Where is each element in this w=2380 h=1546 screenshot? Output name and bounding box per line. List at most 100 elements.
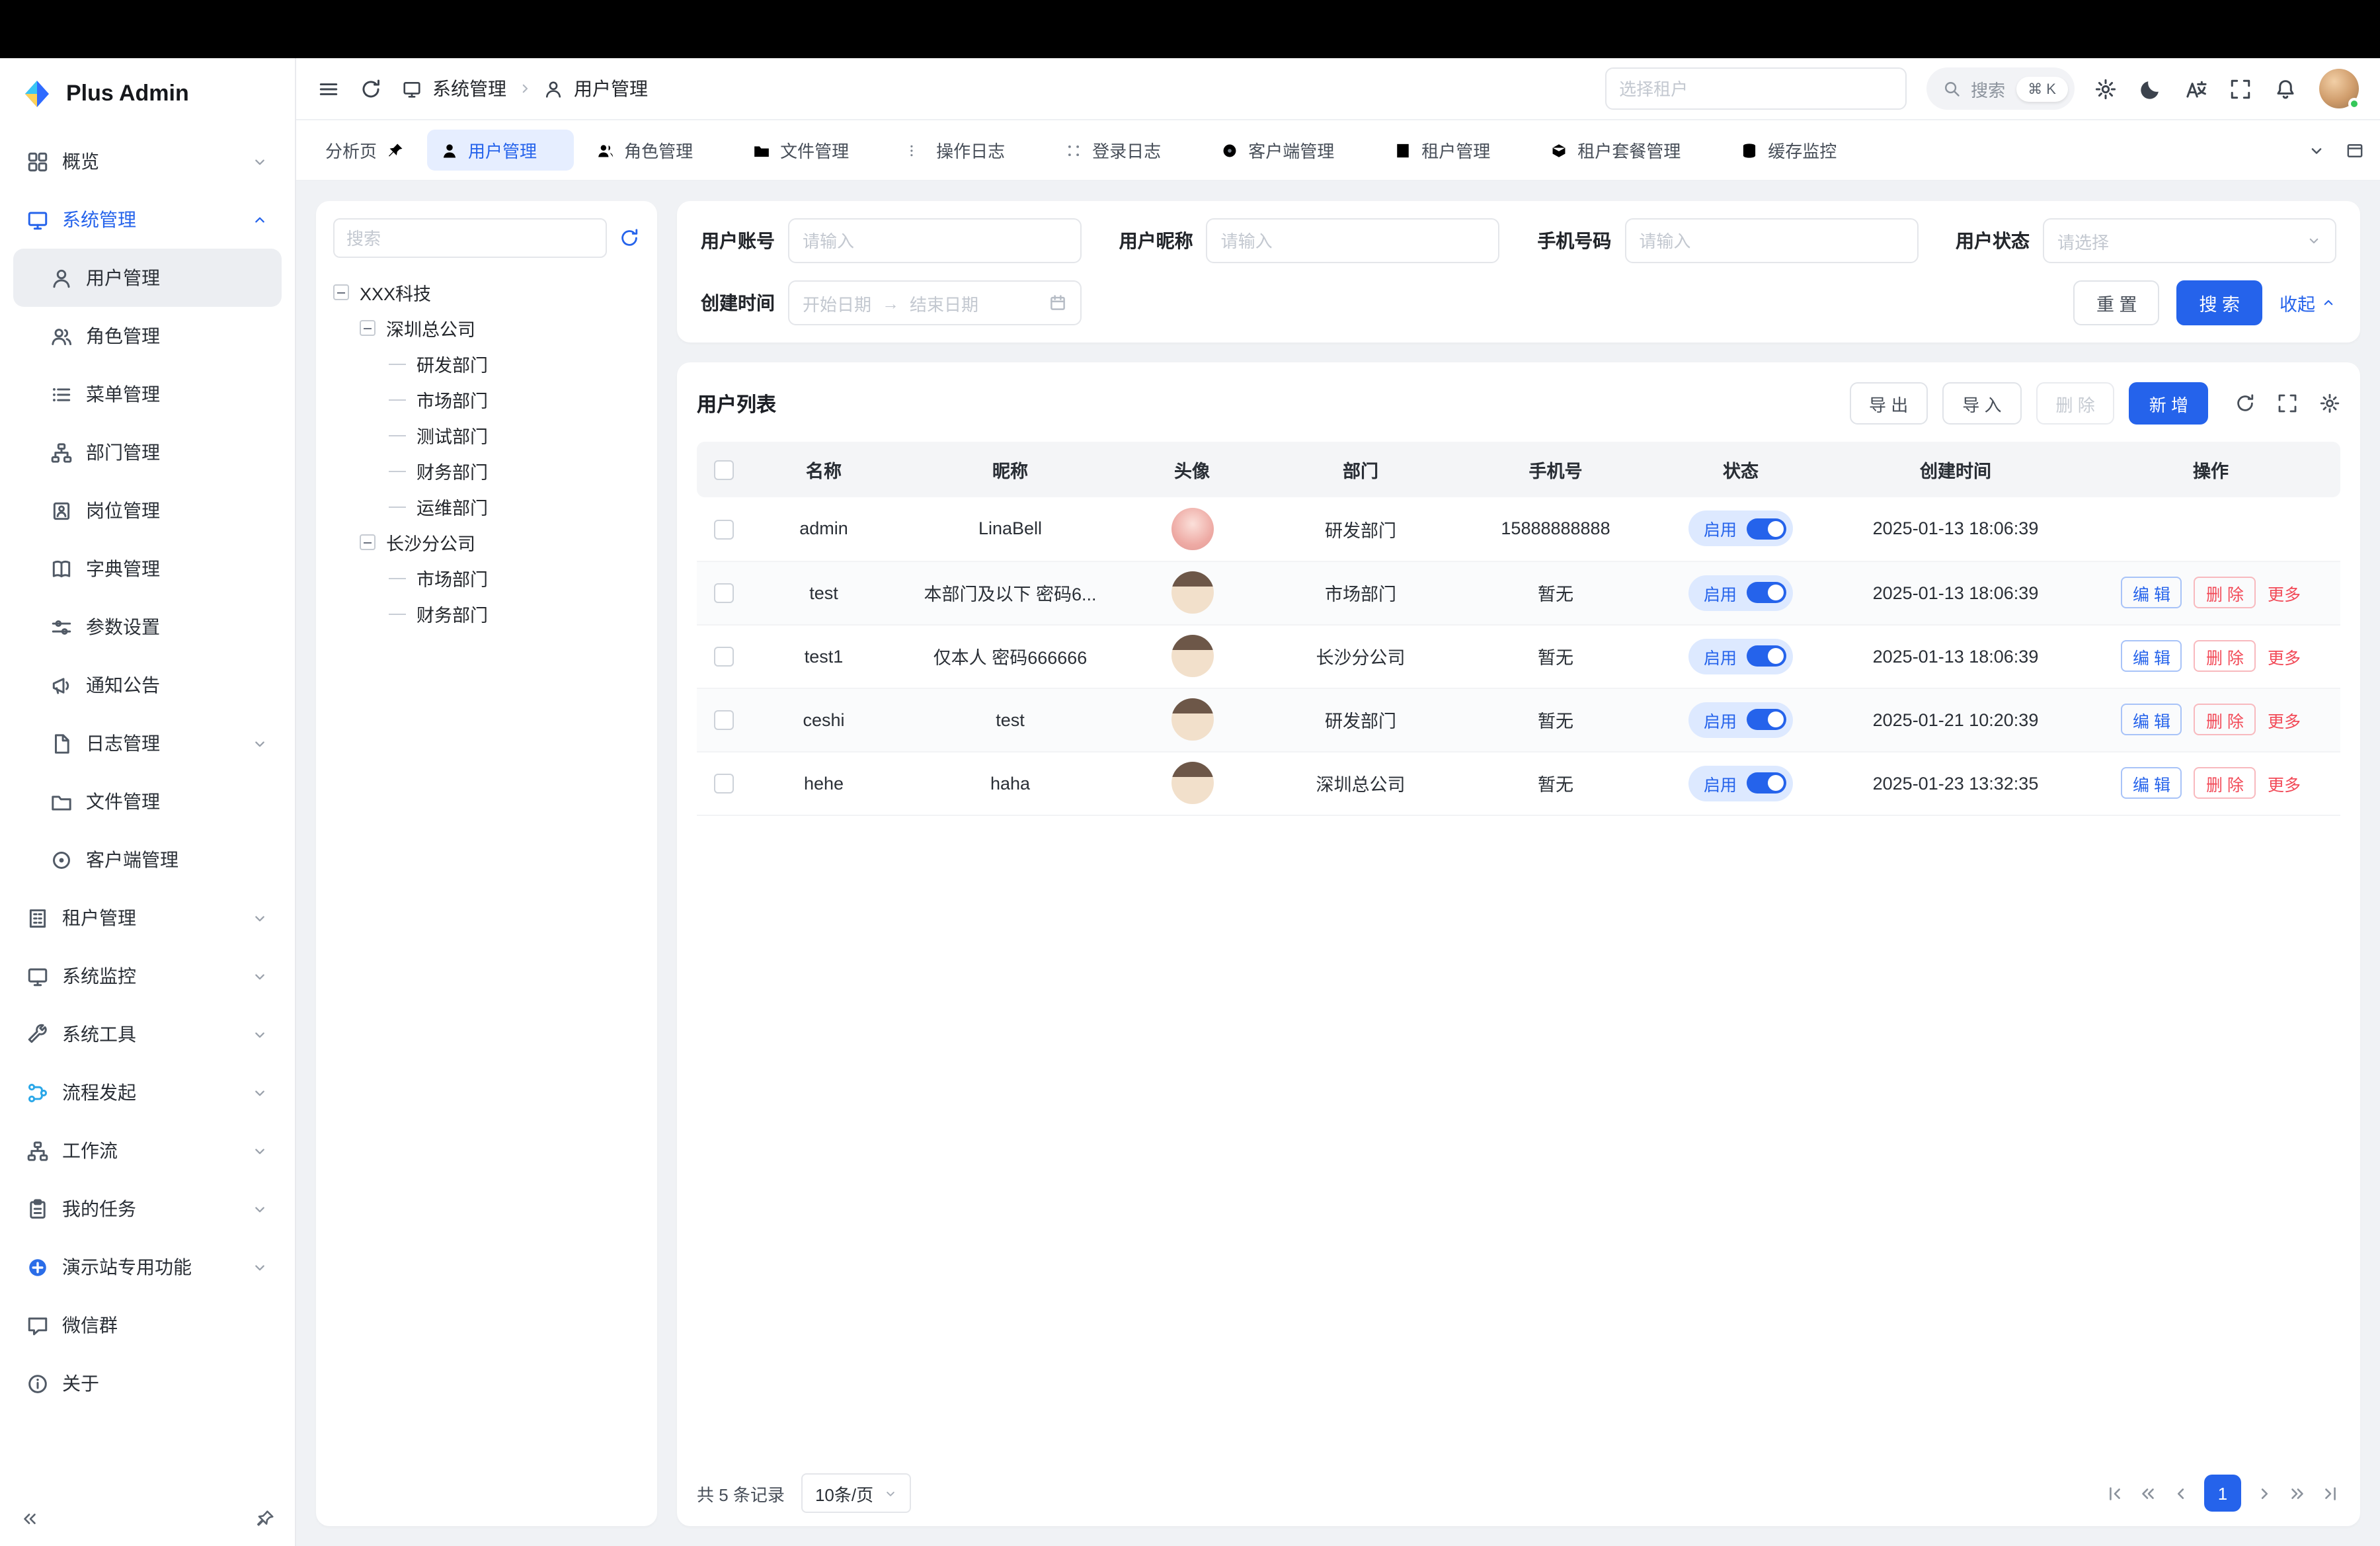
close-icon[interactable]	[702, 143, 717, 157]
sidebar-item-wechat-group[interactable]: 微信群	[13, 1296, 282, 1354]
phone-input[interactable]	[1624, 218, 1918, 263]
sidebar-item-client-management[interactable]: 客户端管理	[13, 831, 282, 889]
sidebar-item-menu-management[interactable]: 菜单管理	[13, 365, 282, 423]
row-checkbox[interactable]	[713, 710, 733, 730]
tree-node[interactable]: 市场部门	[333, 561, 640, 595]
tree-node[interactable]: 运维部门	[333, 489, 640, 524]
row-checkbox[interactable]	[713, 647, 733, 667]
refresh-icon[interactable]	[619, 227, 640, 249]
tree-search-input[interactable]	[333, 218, 607, 258]
tree-node[interactable]: 长沙分公司	[333, 525, 640, 559]
tab-user-management[interactable]: 用户管理	[427, 130, 574, 171]
tree-node[interactable]: 财务部门	[333, 596, 640, 631]
tab-role-management[interactable]: 角色管理	[583, 130, 730, 171]
tab-tenant-management[interactable]: 租户管理	[1380, 130, 1527, 171]
prev-pages-icon[interactable]	[2138, 1483, 2158, 1503]
sidebar-item-demo-features[interactable]: 演示站专用功能	[13, 1238, 282, 1296]
status-toggle[interactable]: 启用	[1689, 765, 1792, 801]
avatar[interactable]	[2319, 69, 2359, 108]
status-toggle[interactable]: 启用	[1689, 702, 1792, 737]
sidebar-item-about[interactable]: 关于	[13, 1354, 282, 1412]
breadcrumb-item[interactable]: 用户管理	[574, 75, 648, 102]
tree-collapse-icon[interactable]	[333, 284, 349, 300]
sidebar-item-department-management[interactable]: 部门管理	[13, 423, 282, 481]
sidebar-item-my-tasks[interactable]: 我的任务	[13, 1180, 282, 1238]
tree-node[interactable]: 财务部门	[333, 454, 640, 488]
tree-collapse-icon[interactable]	[360, 534, 376, 550]
sidebar-item-file-management[interactable]: 文件管理	[13, 772, 282, 831]
sidebar-item-notice-announcement[interactable]: 通知公告	[13, 656, 282, 714]
close-icon[interactable]	[1499, 143, 1514, 157]
prev-page-icon[interactable]	[2171, 1483, 2191, 1503]
tab-tenant-package-management[interactable]: 租户套餐管理	[1536, 130, 1718, 171]
tree-collapse-icon[interactable]	[360, 320, 376, 336]
edit-button[interactable]: 编 辑	[2121, 767, 2182, 799]
chevron-down-icon[interactable]	[2307, 141, 2326, 159]
import-button[interactable]: 导 入	[1942, 382, 2021, 425]
search-button[interactable]: 搜 索	[2176, 280, 2262, 325]
tab-client-management[interactable]: 客户端管理	[1207, 130, 1371, 171]
delete-row-button[interactable]: 删 除	[2194, 640, 2256, 672]
edit-button[interactable]: 编 辑	[2121, 577, 2182, 608]
sidebar-item-role-management[interactable]: 角色管理	[13, 307, 282, 365]
date-range-input[interactable]: 开始日期 → 结束日期	[788, 280, 1082, 325]
fullscreen-icon[interactable]	[2229, 77, 2252, 100]
current-page-button[interactable]: 1	[2204, 1475, 2241, 1512]
bell-icon[interactable]	[2274, 77, 2297, 100]
tenant-select-input[interactable]	[1605, 67, 1906, 110]
sidebar-item-user-management[interactable]: 用户管理	[13, 249, 282, 307]
page-size-select[interactable]: 10条/页	[802, 1473, 910, 1513]
more-button[interactable]: 更多	[2268, 770, 2301, 795]
delete-button[interactable]: 删 除	[2036, 382, 2115, 425]
language-icon[interactable]	[2184, 77, 2207, 100]
sidebar-item-dictionary-management[interactable]: 字典管理	[13, 540, 282, 598]
edit-button[interactable]: 编 辑	[2121, 704, 2182, 735]
add-button[interactable]: 新 增	[2129, 382, 2208, 425]
close-icon[interactable]	[1014, 143, 1029, 157]
status-select[interactable]: 请选择	[2043, 218, 2336, 263]
row-checkbox[interactable]	[713, 774, 733, 793]
sidebar-item-workflow[interactable]: 工作流	[13, 1121, 282, 1180]
tree-node[interactable]: XXX科技	[333, 275, 640, 309]
row-checkbox[interactable]	[713, 583, 733, 603]
refresh-icon[interactable]	[2235, 393, 2256, 414]
sidebar-item-system-management[interactable]: 系统管理	[13, 190, 282, 249]
status-toggle[interactable]: 启用	[1689, 575, 1792, 610]
tab-login-log[interactable]: 登录日志	[1051, 130, 1198, 171]
next-pages-icon[interactable]	[2287, 1483, 2307, 1503]
close-icon[interactable]	[546, 143, 561, 157]
tree-node[interactable]: 测试部门	[333, 418, 640, 452]
sidebar-item-system-monitor[interactable]: 系统监控	[13, 947, 282, 1005]
reset-button[interactable]: 重 置	[2074, 280, 2160, 325]
gear-icon[interactable]	[2319, 393, 2340, 414]
delete-row-button[interactable]: 删 除	[2194, 704, 2256, 735]
tab-cache-monitor[interactable]: 缓存监控	[1727, 130, 1874, 171]
export-button[interactable]: 导 出	[1849, 382, 1928, 425]
collapse-sidebar-icon[interactable]	[20, 1508, 40, 1528]
tab-file-management[interactable]: 文件管理	[739, 130, 886, 171]
sidebar-item-system-tools[interactable]: 系统工具	[13, 1005, 282, 1063]
tree-node[interactable]: 深圳总公司	[333, 311, 640, 345]
sidebar-item-process-initiation[interactable]: 流程发起	[13, 1063, 282, 1121]
edit-button[interactable]: 编 辑	[2121, 640, 2182, 672]
tab-analysis-page[interactable]: 分析页	[312, 130, 418, 171]
next-page-icon[interactable]	[2254, 1483, 2274, 1503]
select-all-checkbox[interactable]	[713, 460, 733, 480]
close-icon[interactable]	[1690, 143, 1704, 157]
breadcrumb-item[interactable]: 系统管理	[432, 75, 506, 102]
layout-icon[interactable]	[2346, 141, 2364, 159]
hamburger-menu-icon[interactable]	[317, 77, 340, 100]
sidebar-item-log-management[interactable]: 日志管理	[13, 714, 282, 772]
gear-icon[interactable]	[2094, 77, 2117, 100]
sidebar-item-parameter-settings[interactable]: 参数设置	[13, 598, 282, 656]
close-icon[interactable]	[1343, 143, 1358, 157]
tree-node[interactable]: 研发部门	[333, 346, 640, 381]
more-button[interactable]: 更多	[2268, 707, 2301, 732]
row-checkbox[interactable]	[713, 519, 733, 539]
tab-operation-log[interactable]: 操作日志	[895, 130, 1042, 171]
status-toggle[interactable]: 启用	[1689, 638, 1792, 674]
delete-row-button[interactable]: 删 除	[2194, 577, 2256, 608]
pin-icon[interactable]	[386, 141, 405, 159]
collapse-filters-link[interactable]: 收起	[2280, 290, 2336, 316]
account-input[interactable]	[788, 218, 1082, 263]
